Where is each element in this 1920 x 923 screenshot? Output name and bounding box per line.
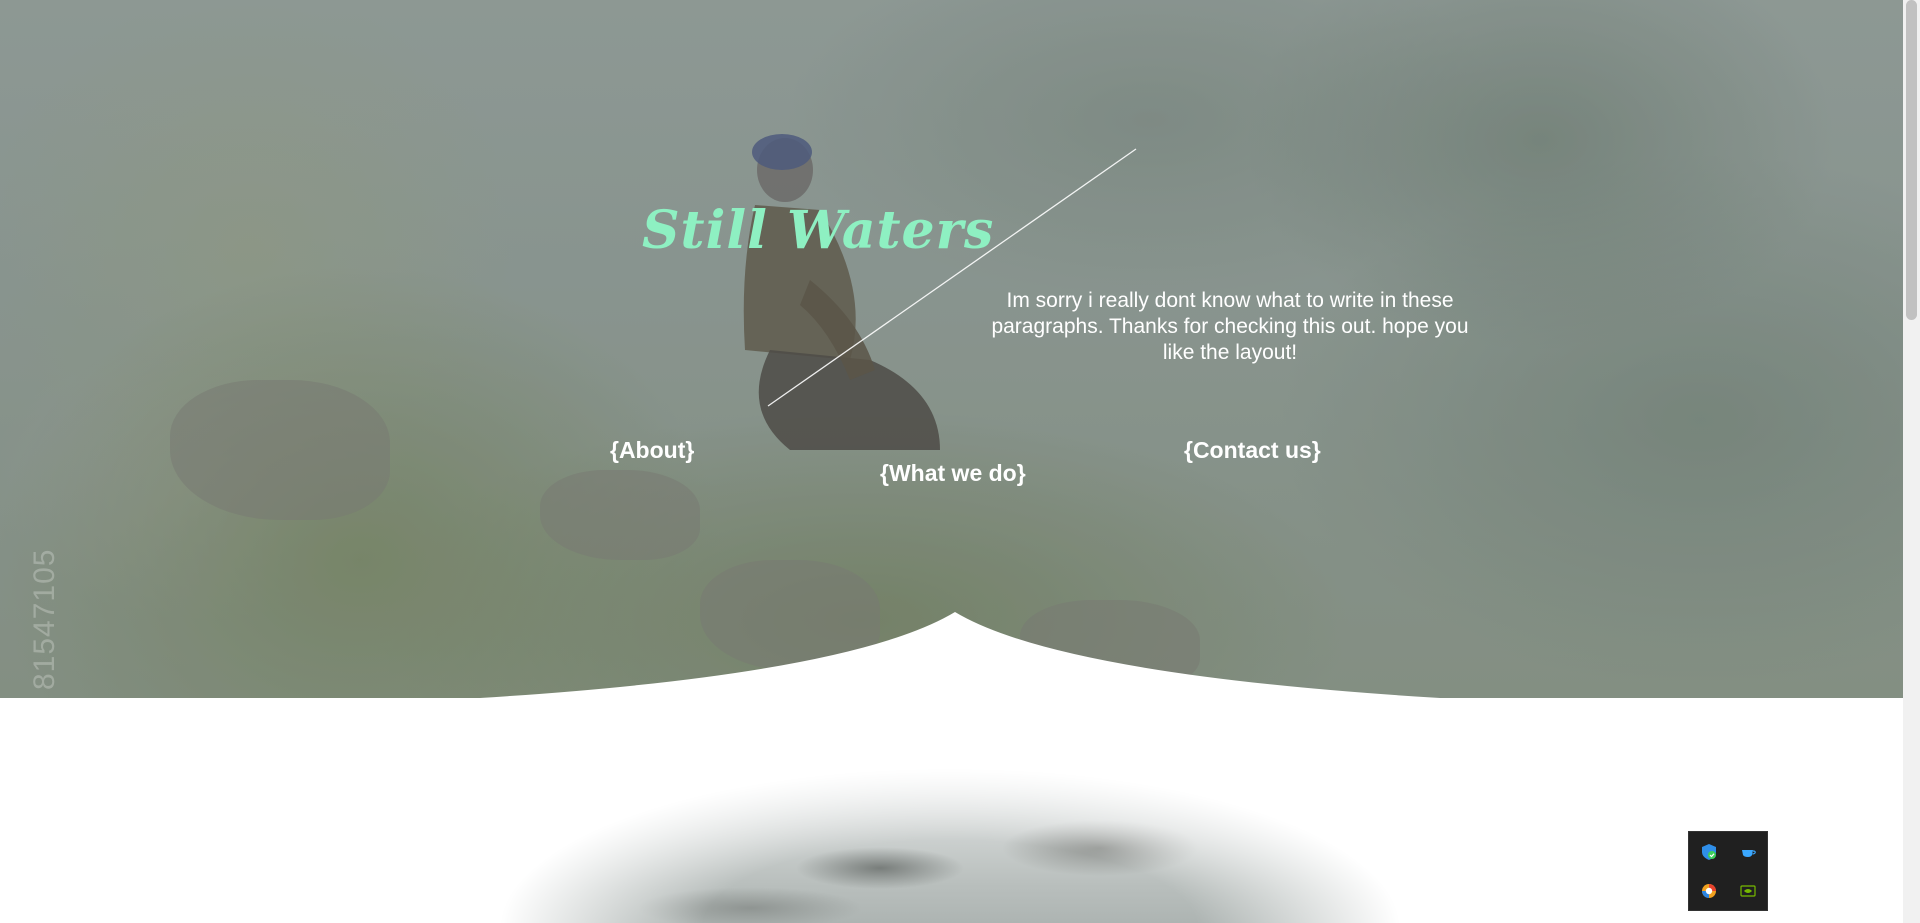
rock xyxy=(540,470,700,560)
river-section xyxy=(0,698,1903,923)
nvidia-icon[interactable] xyxy=(1739,882,1757,900)
rock xyxy=(170,380,390,520)
shield-check-icon[interactable] xyxy=(1700,843,1718,861)
vertical-scrollbar[interactable] xyxy=(1903,0,1920,923)
cup-icon[interactable] xyxy=(1739,843,1757,861)
diagonal-divider-line xyxy=(767,148,1137,407)
nav-what-we-do-link[interactable]: {What we do} xyxy=(880,460,1026,487)
color-wheel-icon[interactable] xyxy=(1700,882,1718,900)
nav-about-link[interactable]: {About} xyxy=(610,437,694,464)
river-image xyxy=(500,758,1400,923)
scrollbar-thumb[interactable] xyxy=(1906,0,1917,320)
nav-contact-link[interactable]: {Contact us} xyxy=(1184,437,1321,464)
hero-section: 81547105 Still Waters Im sorry i really … xyxy=(0,0,1903,698)
system-tray-popup xyxy=(1688,831,1768,911)
intro-paragraph: Im sorry i really dont know what to writ… xyxy=(991,289,1469,364)
hero-bottom-curve xyxy=(0,612,1903,698)
